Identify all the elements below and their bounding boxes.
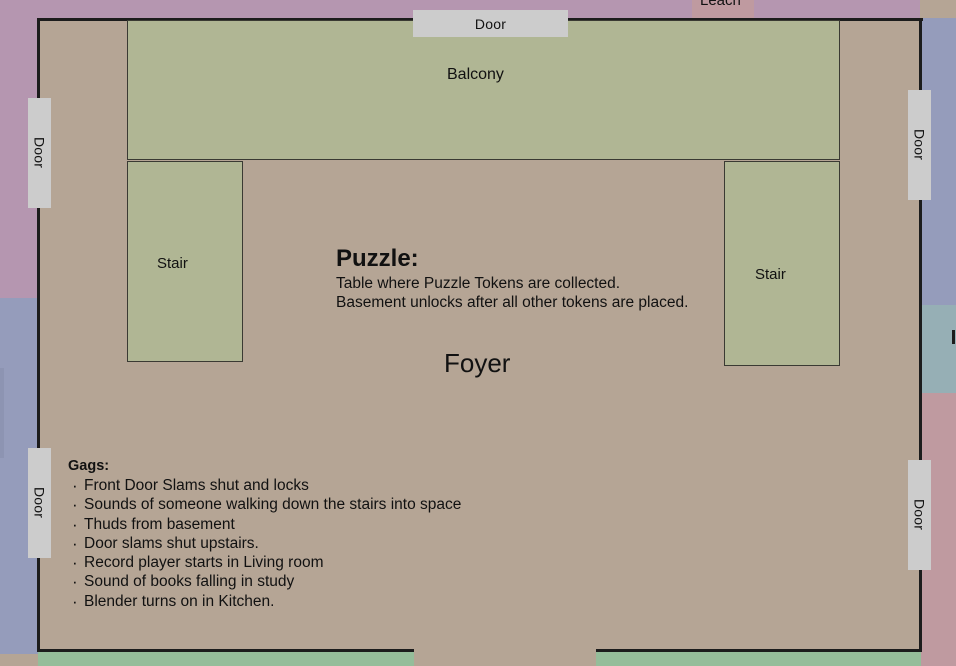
puzzle-line-1: Table where Puzzle Tokens are collected. — [336, 274, 621, 292]
gags-title: Gags: — [68, 458, 110, 474]
porch-label: Leach — [700, 0, 741, 9]
room-stair-right[interactable] — [724, 161, 840, 366]
wall-foyer-bottom-left — [38, 649, 414, 652]
neighbor-left-window-sliver — [0, 368, 4, 458]
floor-plan-canvas[interactable]: Leach Balcony Stair Stair Door Door Door… — [0, 0, 956, 666]
door-top[interactable]: Door — [413, 10, 568, 37]
room-balcony[interactable] — [127, 20, 840, 160]
gags-list-item: Sound of books falling in study — [68, 571, 461, 592]
wall-foyer-bottom-right — [596, 649, 922, 652]
puzzle-note: Puzzle: Table where Puzzle Tokens are co… — [336, 245, 689, 313]
puzzle-line-2: Basement unlocks after all other tokens … — [336, 294, 689, 312]
gags-list-item: Door slams shut upstairs. — [68, 533, 461, 554]
gags-list: Front Door Slams shut and locks Sounds o… — [68, 475, 461, 612]
neighbor-room-bottom-green-right[interactable] — [596, 650, 921, 666]
gags-list-item: Blender turns on in Kitchen. — [68, 591, 461, 612]
stair-left-label: Stair — [157, 255, 188, 272]
stair-right-label: Stair — [755, 266, 786, 283]
neighbor-room-right-teal[interactable] — [921, 305, 956, 393]
gags-list-item: Thuds from basement — [68, 514, 461, 535]
gags-list-item: Sounds of someone walking down the stair… — [68, 494, 461, 515]
door-left-lower[interactable]: Door — [28, 448, 51, 558]
door-right-upper[interactable]: Door — [908, 90, 931, 200]
foyer-label: Foyer — [444, 348, 511, 378]
neighbor-right-text-sliver — [952, 330, 955, 344]
gags-list-item: Front Door Slams shut and locks — [68, 475, 461, 496]
neighbor-room-bottom-green-left[interactable] — [38, 650, 414, 666]
door-left-upper[interactable]: Door — [28, 98, 51, 208]
gags-list-item: Record player starts in Living room — [68, 552, 461, 573]
gags-note: Gags: Front Door Slams shut and locks So… — [68, 458, 461, 612]
door-right-lower[interactable]: Door — [908, 460, 931, 570]
balcony-label: Balcony — [447, 66, 504, 83]
puzzle-title: Puzzle: — [336, 245, 419, 272]
